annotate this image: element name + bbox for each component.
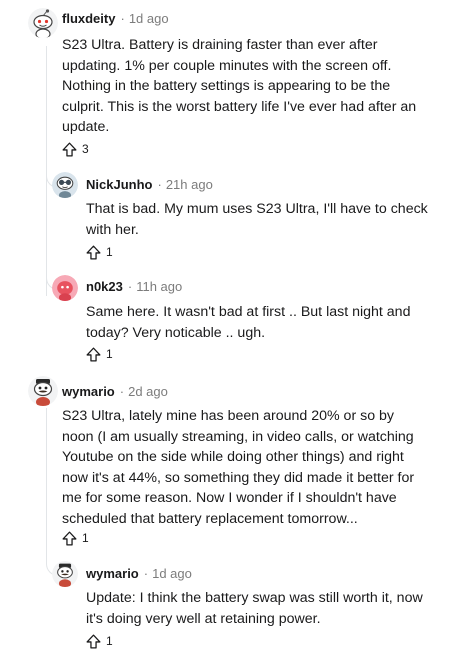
snoo-mustache-avatar-icon: [52, 561, 78, 587]
upvote-arrow-icon: [62, 141, 77, 157]
separator: ·: [119, 384, 125, 399]
snoo-mustache-avatar-icon: [28, 376, 58, 406]
comment-body: S23 Ultra, lately mine has been around 2…: [62, 408, 415, 527]
username[interactable]: fluxdeity: [62, 11, 115, 26]
thread-line[interactable]: [46, 408, 47, 560]
upvote-button[interactable]: 1: [61, 529, 89, 547]
upvote-button[interactable]: 1: [85, 345, 113, 363]
timestamp: 2d ago: [128, 384, 168, 399]
timestamp: 1d ago: [152, 566, 192, 581]
timestamp: 1d ago: [128, 11, 169, 26]
timestamp: 21h ago: [165, 177, 213, 192]
upvote-arrow-icon: [86, 244, 101, 260]
vote-count: 1: [106, 634, 113, 648]
timestamp: 11h ago: [136, 279, 183, 294]
avatar[interactable]: [52, 561, 78, 587]
separator: ·: [127, 279, 133, 294]
username[interactable]: NickJunho: [86, 177, 152, 192]
upvote-arrow-icon: [86, 346, 101, 362]
vote-count: 1: [82, 531, 89, 545]
upvote-button[interactable]: 1: [85, 243, 113, 261]
avatar[interactable]: [28, 8, 58, 38]
comment-body: S23 Ultra. Battery is draining faster th…: [62, 37, 417, 136]
username[interactable]: wymario: [62, 384, 115, 399]
vote-count: 1: [106, 245, 113, 259]
separator: ·: [120, 11, 125, 26]
upvote-arrow-icon: [62, 530, 77, 546]
avatar[interactable]: [28, 376, 58, 406]
snoo-goggles-avatar-icon: [52, 172, 78, 198]
upvote-button[interactable]: 3: [61, 140, 89, 158]
pink-snoo-avatar-icon: [52, 275, 78, 301]
vote-count: 1: [106, 347, 113, 361]
separator: ·: [157, 177, 162, 192]
comment-body: Same here. It wasn't bad at first .. But…: [86, 304, 411, 341]
avatar[interactable]: [52, 275, 78, 301]
comment-body: That is bad. My mum uses S23 Ultra, I'll…: [86, 201, 428, 238]
username[interactable]: wymario: [86, 566, 139, 581]
avatar[interactable]: [52, 172, 78, 198]
comment-body: Update: I think the battery swap was sti…: [86, 590, 423, 627]
username[interactable]: n0k23: [86, 279, 123, 294]
snoo-antenna-avatar-icon: [28, 8, 58, 38]
vote-count: 3: [82, 142, 89, 156]
upvote-button[interactable]: 1: [85, 632, 113, 650]
separator: ·: [143, 566, 149, 581]
upvote-arrow-icon: [86, 633, 101, 649]
